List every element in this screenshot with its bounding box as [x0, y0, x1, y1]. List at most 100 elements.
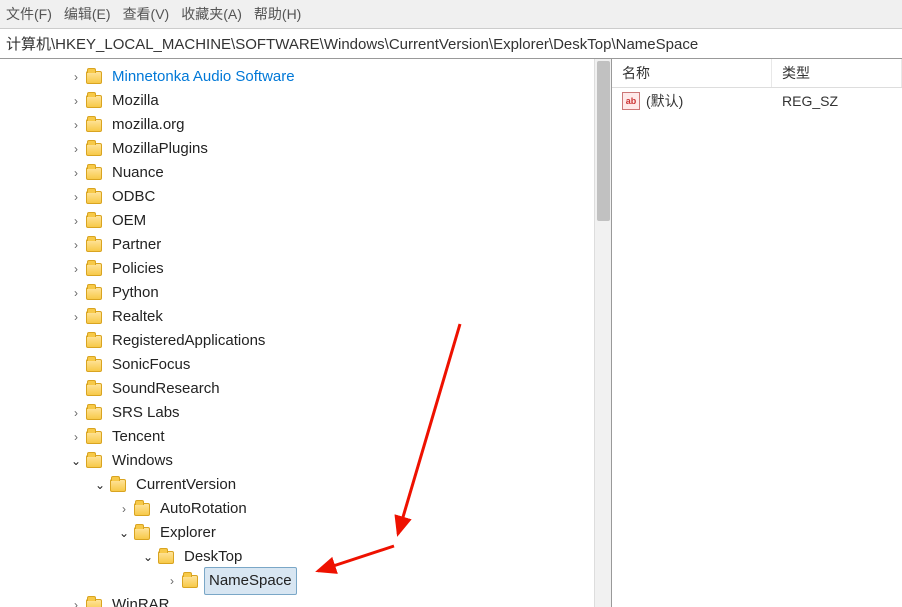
tree-item-label: Nuance: [108, 160, 168, 186]
folder-icon: [86, 455, 102, 468]
tree-item-label: Realtek: [108, 304, 167, 330]
menu-favorites[interactable]: 收藏夹(A): [181, 4, 242, 24]
chevron-right-icon[interactable]: ›: [68, 185, 84, 209]
string-value-icon: ab: [622, 92, 640, 110]
tree-item-realtek[interactable]: › Realtek: [8, 305, 611, 329]
folder-icon: [86, 215, 102, 228]
menu-help[interactable]: 帮助(H): [254, 4, 301, 24]
folder-icon: [86, 383, 102, 396]
folder-icon: [86, 71, 102, 84]
chevron-right-icon[interactable]: ›: [68, 89, 84, 113]
tree-item-odbc[interactable]: ›ODBC: [8, 185, 611, 209]
tree-item-minnetonka-audio-software[interactable]: › Minnetonka Audio Software: [8, 65, 611, 89]
chevron-right-icon[interactable]: ›: [68, 65, 84, 89]
folder-icon: [86, 287, 102, 300]
tree-item-explorer[interactable]: ⌄ Explorer: [8, 521, 611, 545]
chevron-right-icon[interactable]: ›: [68, 401, 84, 425]
tree-item-oem[interactable]: › OEM: [8, 209, 611, 233]
registry-tree-panel: › Minnetonka Audio Software › Mozilla › mozil…: [0, 59, 612, 607]
value-list-header: 名称 类型: [612, 59, 902, 88]
tree-item-partner[interactable]: › Partner: [8, 233, 611, 257]
folder-icon: [86, 311, 102, 324]
tree-item-srs-labs[interactable]: › SRS Labs: [8, 401, 611, 425]
chevron-right-icon[interactable]: ›: [68, 137, 84, 161]
menubar: 文件(F) 编辑(E) 查看(V) 收藏夹(A) 帮助(H): [0, 0, 902, 29]
folder-icon: [86, 359, 102, 372]
tree-item-mozilla[interactable]: › Mozilla: [8, 89, 611, 113]
chevron-right-icon[interactable]: ›: [68, 113, 84, 137]
chevron-down-icon[interactable]: ⌄: [116, 521, 132, 545]
folder-icon: [134, 527, 150, 540]
chevron-right-icon[interactable]: ›: [68, 281, 84, 305]
chevron-down-icon[interactable]: ⌄: [92, 473, 108, 497]
tree-item-autorotation[interactable]: ›AutoRotation: [8, 497, 611, 521]
chevron-right-icon[interactable]: ›: [116, 497, 132, 521]
column-header-name[interactable]: 名称: [612, 59, 772, 87]
tree-item-currentversion[interactable]: ⌄CurrentVersion: [8, 473, 611, 497]
folder-icon: [86, 239, 102, 252]
tree-item-label: SonicFocus: [108, 352, 194, 378]
tree-item-label: RegisteredApplications: [108, 328, 269, 354]
chevron-right-icon[interactable]: ›: [164, 569, 180, 593]
tree-item-label: OEM: [108, 208, 150, 234]
tree-item-label: SRS Labs: [108, 400, 184, 426]
folder-icon: [134, 503, 150, 516]
chevron-right-icon[interactable]: ›: [68, 257, 84, 281]
address-bar[interactable]: 计算机\HKEY_LOCAL_MACHINE\SOFTWARE\Windows\…: [0, 29, 902, 59]
tree-item-label: Partner: [108, 232, 165, 258]
tree-item-namespace[interactable]: › NameSpace: [8, 569, 611, 593]
tree-item-label: MozillaPlugins: [108, 136, 212, 162]
tree-item-label: Python: [108, 280, 163, 306]
tree-item-label: Windows: [108, 448, 177, 474]
folder-icon: [86, 335, 102, 348]
folder-icon: [86, 143, 102, 156]
tree-item-label: WinRAR: [108, 592, 174, 607]
tree-scrollbar[interactable]: [594, 59, 611, 607]
value-row[interactable]: ab (默认) REG_SZ: [612, 88, 902, 114]
chevron-down-icon[interactable]: ⌄: [68, 449, 84, 473]
chevron-right-icon[interactable]: ›: [68, 209, 84, 233]
menu-file[interactable]: 文件(F): [6, 4, 52, 24]
folder-icon: [86, 95, 102, 108]
tree-item-label: NameSpace: [204, 567, 297, 595]
chevron-right-icon[interactable]: ›: [68, 233, 84, 257]
tree-item-policies[interactable]: › Policies: [8, 257, 611, 281]
folder-icon: [86, 263, 102, 276]
tree-item-sonicfocus[interactable]: SonicFocus: [8, 353, 611, 377]
folder-icon: [86, 191, 102, 204]
value-list-panel: 名称 类型 ab (默认) REG_SZ: [612, 59, 902, 607]
tree-item-python[interactable]: › Python: [8, 281, 611, 305]
folder-icon: [86, 167, 102, 180]
tree-item-label: Minnetonka Audio Software: [108, 64, 299, 90]
chevron-right-icon[interactable]: ›: [68, 593, 84, 607]
value-name: (默认): [646, 91, 683, 111]
tree-item-windows[interactable]: ⌄ Windows: [8, 449, 611, 473]
tree-item-desktop[interactable]: ⌄DeskTop: [8, 545, 611, 569]
tree-item-label: mozilla.org: [108, 112, 189, 138]
menu-edit[interactable]: 编辑(E): [64, 4, 111, 24]
tree-item-soundresearch[interactable]: SoundResearch: [8, 377, 611, 401]
menu-view[interactable]: 查看(V): [123, 4, 170, 24]
tree-item-registeredapplications[interactable]: RegisteredApplications: [8, 329, 611, 353]
chevron-right-icon[interactable]: ›: [68, 305, 84, 329]
tree-item-label: Explorer: [156, 520, 220, 546]
chevron-right-icon[interactable]: ›: [68, 161, 84, 185]
folder-icon: [86, 407, 102, 420]
folder-icon: [158, 551, 174, 564]
tree-item-tencent[interactable]: › Tencent: [8, 425, 611, 449]
column-header-type[interactable]: 类型: [772, 59, 902, 87]
chevron-right-icon[interactable]: ›: [68, 425, 84, 449]
tree-item-winrar[interactable]: › WinRAR: [8, 593, 611, 607]
tree-scrollbar-thumb[interactable]: [597, 61, 610, 221]
tree-item-nuance[interactable]: › Nuance: [8, 161, 611, 185]
tree-item-label: Tencent: [108, 424, 169, 450]
tree-item-mozilla-org[interactable]: › mozilla.org: [8, 113, 611, 137]
folder-icon: [86, 431, 102, 444]
registry-tree[interactable]: › Minnetonka Audio Software › Mozilla › mozil…: [0, 59, 611, 607]
tree-item-label: Mozilla: [108, 88, 163, 114]
tree-item-mozillaplugins[interactable]: › MozillaPlugins: [8, 137, 611, 161]
folder-icon: [86, 119, 102, 132]
chevron-down-icon[interactable]: ⌄: [140, 545, 156, 569]
tree-item-label: Policies: [108, 256, 168, 282]
tree-item-label: SoundResearch: [108, 376, 224, 402]
